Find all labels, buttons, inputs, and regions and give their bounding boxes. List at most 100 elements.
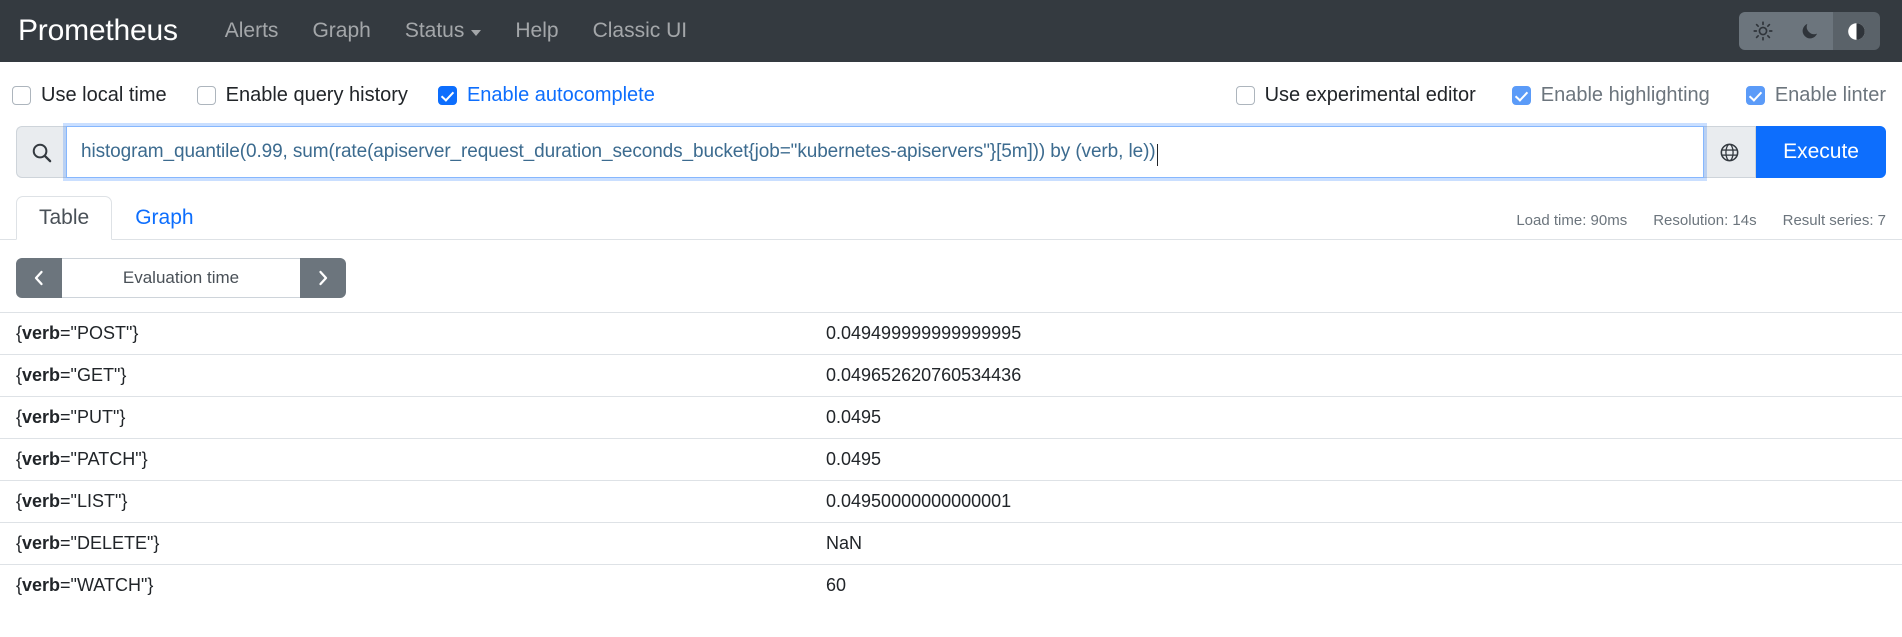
navbar: Prometheus Alerts Graph Status Help Clas…: [0, 0, 1902, 62]
chevron-right-icon: [319, 270, 328, 286]
row-label-value: PUT: [76, 407, 113, 427]
stat-result-series: Result series: 7: [1782, 212, 1886, 229]
globe-icon: [1720, 143, 1739, 161]
use-local-time-label: Use local time: [41, 83, 167, 106]
option-enable-highlighting[interactable]: Enable highlighting: [1511, 83, 1710, 107]
nav-link-alerts[interactable]: Alerts: [208, 13, 296, 49]
evaluation-time-group: Evaluation time: [16, 258, 346, 298]
enable-highlighting-checkbox[interactable]: [1511, 85, 1531, 105]
theme-dark-button[interactable]: [1786, 12, 1833, 50]
evaluation-time-next-button[interactable]: [300, 258, 346, 298]
results-table: {verb="POST"} 0.049499999999999995 {verb…: [0, 312, 1902, 606]
row-value: 0.04950000000000001: [810, 480, 1902, 523]
row-metric: {verb="LIST"}: [0, 480, 810, 523]
brand-prometheus[interactable]: Prometheus: [18, 14, 178, 48]
metric-explorer-button[interactable]: [1704, 126, 1757, 178]
row-label-key: verb: [22, 323, 61, 343]
row-value: 60: [810, 564, 1902, 606]
moon-icon: [1802, 23, 1817, 39]
nav-link-graph[interactable]: Graph: [295, 13, 387, 49]
row-label-value: GET: [76, 365, 114, 385]
theme-auto-button[interactable]: [1833, 12, 1880, 50]
nav-link-help[interactable]: Help: [498, 13, 575, 49]
option-use-experimental-editor[interactable]: Use experimental editor: [1235, 83, 1476, 107]
theme-toggle-group: [1739, 12, 1880, 50]
tab-graph[interactable]: Graph: [112, 196, 216, 240]
table-row[interactable]: {verb="DELETE"} NaN: [0, 522, 1902, 565]
row-label-value: DELETE: [76, 533, 147, 553]
option-enable-linter[interactable]: Enable linter: [1745, 83, 1886, 107]
use-local-time-checkbox[interactable]: [12, 85, 31, 105]
option-enable-autocomplete[interactable]: Enable autocomplete: [437, 83, 655, 107]
row-metric: {verb="WATCH"}: [0, 564, 810, 606]
query-row: histogram_quantile(0.99, sum(rate(apiser…: [0, 126, 1902, 178]
query-input[interactable]: histogram_quantile(0.99, sum(rate(apiser…: [66, 126, 1705, 178]
table-row[interactable]: {verb="WATCH"} 60: [0, 564, 1902, 606]
enable-linter-label: Enable linter: [1774, 83, 1886, 106]
nav-link-alerts-label: Alerts: [224, 19, 279, 42]
row-label-key: verb: [22, 533, 61, 553]
tabs-row: Table Graph Load time: 90ms Resolution: …: [0, 194, 1902, 240]
enable-highlighting-label: Enable highlighting: [1540, 83, 1710, 106]
half-circle-icon: [1848, 22, 1865, 40]
table-row[interactable]: {verb="LIST"} 0.04950000000000001: [0, 480, 1902, 523]
row-metric: {verb="DELETE"}: [0, 522, 810, 565]
nav-link-help-label: Help: [515, 19, 559, 42]
enable-autocomplete-checkbox[interactable]: [437, 85, 457, 105]
nav-link-graph-label: Graph: [312, 19, 371, 42]
evaluation-time-placeholder: Evaluation time: [122, 268, 240, 287]
execute-button-label: Execute: [1783, 140, 1859, 163]
row-metric: {verb="PUT"}: [0, 396, 810, 439]
option-enable-query-history[interactable]: Enable query history: [196, 83, 408, 107]
enable-linter-checkbox[interactable]: [1745, 85, 1765, 105]
row-metric: {verb="PATCH"}: [0, 438, 810, 481]
tab-table-label: Table: [39, 206, 90, 229]
use-experimental-editor-checkbox[interactable]: [1235, 85, 1255, 105]
row-label-value: PATCH: [76, 449, 136, 469]
row-label-value: POST: [76, 323, 126, 343]
nav-links: Alerts Graph Status Help Classic UI: [208, 13, 704, 49]
nav-link-classic-ui[interactable]: Classic UI: [576, 13, 705, 49]
enable-query-history-label: Enable query history: [225, 83, 408, 106]
search-icon: [32, 143, 52, 162]
row-label-key: verb: [22, 407, 61, 427]
options-bar: Use local time Enable query history Enab…: [0, 62, 1902, 114]
row-label-value: LIST: [76, 491, 115, 511]
row-label-key: verb: [22, 491, 61, 511]
stat-resolution: Resolution: 14s: [1653, 212, 1757, 229]
row-value: 0.0495: [810, 396, 1902, 439]
row-value: 0.049499999999999995: [810, 312, 1902, 355]
search-icon-container: [16, 126, 66, 178]
enable-query-history-checkbox[interactable]: [196, 85, 216, 105]
nav-link-status-label: Status: [404, 19, 465, 42]
enable-autocomplete-label: Enable autocomplete: [466, 83, 655, 106]
query-expression-text: histogram_quantile(0.99, sum(rate(apiser…: [81, 141, 1156, 162]
table-row[interactable]: {verb="POST"} 0.049499999999999995: [0, 312, 1902, 355]
row-label-key: verb: [22, 449, 61, 469]
stat-load-time: Load time: 90ms: [1516, 212, 1628, 229]
sun-icon: [1752, 21, 1773, 41]
row-value: 0.0495: [810, 438, 1902, 481]
option-use-local-time[interactable]: Use local time: [12, 84, 167, 107]
table-row[interactable]: {verb="PUT"} 0.0495: [0, 396, 1902, 439]
evaluation-time-prev-button[interactable]: [16, 258, 62, 298]
tab-graph-label: Graph: [135, 206, 194, 229]
table-row[interactable]: {verb="PATCH"} 0.0495: [0, 438, 1902, 481]
chevron-down-icon: [471, 30, 482, 36]
evaluation-time-row: Evaluation time: [0, 240, 1902, 298]
row-metric: {verb="POST"}: [0, 312, 810, 355]
tab-table[interactable]: Table: [16, 196, 113, 240]
row-value: 0.049652620760534436: [810, 354, 1902, 397]
evaluation-time-input[interactable]: Evaluation time: [62, 258, 300, 298]
table-row[interactable]: {verb="GET"} 0.049652620760534436: [0, 354, 1902, 397]
row-label-value: WATCH: [76, 575, 141, 595]
row-label-key: verb: [22, 365, 61, 385]
results-table-body: {verb="POST"} 0.049499999999999995 {verb…: [0, 312, 1902, 606]
nav-link-status[interactable]: Status: [388, 13, 499, 49]
text-cursor: [1156, 144, 1159, 166]
chevron-left-icon: [34, 270, 43, 286]
use-experimental-editor-label: Use experimental editor: [1264, 83, 1476, 106]
theme-light-button[interactable]: [1739, 12, 1786, 50]
row-value: NaN: [810, 522, 1902, 565]
execute-button[interactable]: Execute: [1756, 126, 1886, 178]
